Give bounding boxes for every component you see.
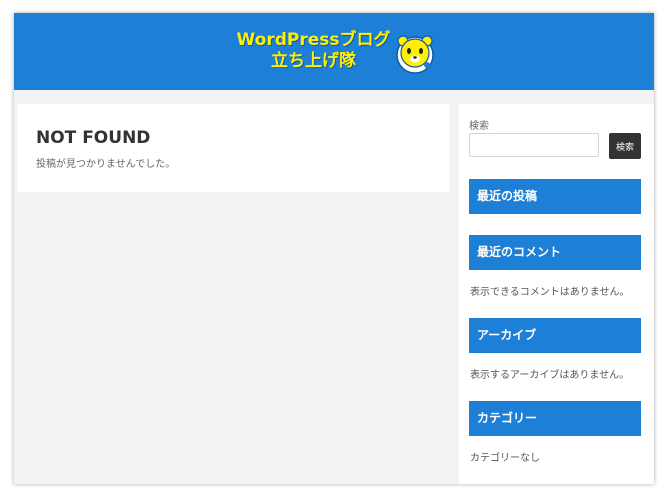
widget-title-categories: カテゴリー: [469, 401, 641, 436]
widget-title-recent-comments: 最近のコメント: [469, 235, 641, 270]
widget-title-recent-posts: 最近の投稿: [469, 179, 641, 214]
site-logo[interactable]: WordPressブログ 立ち上げ隊: [236, 30, 436, 76]
search-label: 検索: [469, 121, 489, 132]
logo-line-2: 立ち上げ隊: [271, 51, 356, 71]
logo-text: WordPressブログ 立ち上げ隊: [236, 30, 391, 72]
archives-empty-text: 表示するアーカイブはありません。: [470, 370, 630, 381]
browser-page: WordPressブログ 立ち上げ隊 NOT FOUND 投稿が見つかりませんで…: [14, 13, 654, 484]
search-input[interactable]: [469, 133, 599, 157]
widget-title-archives: アーカイブ: [469, 318, 641, 353]
recent-comments-empty-text: 表示できるコメントはありません。: [470, 287, 630, 298]
page-title: NOT FOUND: [36, 128, 151, 148]
bear-mascot-icon: [396, 35, 434, 74]
search-button[interactable]: 検索: [609, 133, 641, 159]
content-area: NOT FOUND 投稿が見つかりませんでした。: [17, 104, 449, 192]
sidebar: 検索 検索 最近の投稿 最近のコメント 表示できるコメントはありません。 アーカ…: [459, 104, 654, 484]
site-header: WordPressブログ 立ち上げ隊: [14, 13, 654, 90]
logo-line-1: WordPressブログ: [236, 30, 391, 50]
not-found-message: 投稿が見つかりませんでした。: [36, 159, 176, 170]
categories-empty-text: カテゴリーなし: [470, 453, 540, 464]
